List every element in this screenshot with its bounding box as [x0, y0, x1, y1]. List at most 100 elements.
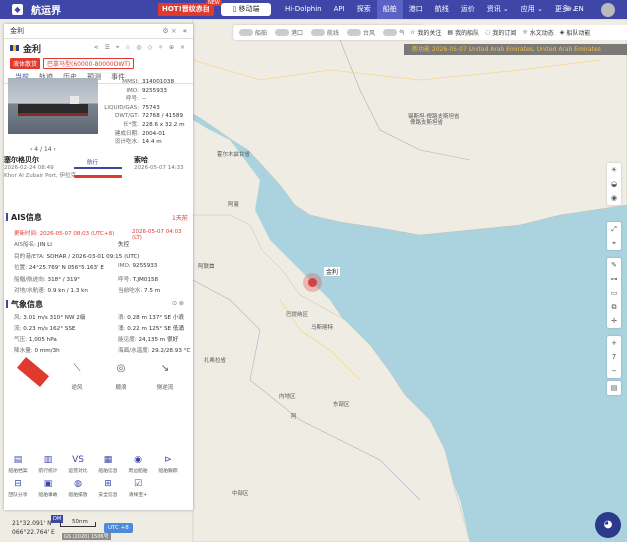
bottom-tool-button[interactable]: ▣ 船舶事故 — [34, 479, 62, 498]
ship-photo[interactable] — [8, 78, 98, 134]
bottom-tool-button[interactable]: ▦ 船舶信息 — [94, 455, 122, 474]
photo-pager[interactable]: ‹ 4 / 14 › — [30, 146, 56, 153]
layer-toggle-label: 台风 — [363, 30, 376, 37]
nav-item[interactable]: 船舶 — [376, 0, 403, 19]
crosshair-icon[interactable]: ✛ — [607, 314, 621, 328]
spec-value: 75743 — [142, 104, 160, 111]
search-bar[interactable]: 金利 ⚙ × « — [4, 24, 193, 39]
radar-icon[interactable]: ◉ — [607, 191, 621, 205]
pen-icon[interactable]: ✎ — [607, 258, 621, 272]
bottom-tool-label: 运营对比 — [68, 469, 88, 474]
legend-icon[interactable]: ▤ — [607, 381, 621, 395]
ship-position-marker[interactable] — [303, 273, 322, 292]
nav-item[interactable]: 运价 — [455, 0, 481, 19]
layers-icon[interactable]: ⧉ — [607, 300, 621, 314]
zoom-in-icon[interactable]: + — [607, 336, 621, 350]
info-value: JIN LI — [37, 242, 52, 248]
nav-item[interactable]: 港口 — [403, 0, 429, 19]
collapse-icon[interactable]: « — [183, 27, 187, 35]
logo[interactable]: ◆ 航运界 — [0, 2, 150, 17]
voyage-progress-line — [74, 167, 122, 169]
utc-badge[interactable]: UTC +8 — [104, 523, 133, 533]
info-row-left: 气压: 1,005 hPa — [14, 335, 57, 343]
bottom-tool-button[interactable]: ☑ 清样宝+ — [124, 479, 152, 498]
top-nav-bar: ◆ 航运界 HOT!晋纹赤目 NEW ▯ 移动端 Hi-Dolphin API 探索… — [0, 0, 627, 19]
nav-item[interactable]: 资讯 ⌄ — [481, 0, 515, 19]
bottom-tool-icon: ◉ — [134, 455, 142, 465]
arrival-port[interactable]: 索哈 2026-05-07 14:33 — [134, 155, 184, 171]
bottom-tool-icon: ◍ — [74, 479, 82, 489]
toggle-switch[interactable] — [311, 29, 326, 36]
info-row-right: 呼号: T.JM0158 — [118, 275, 158, 283]
bottom-tool-label: 船舶信息 — [98, 469, 118, 474]
search-input[interactable]: 金利 — [10, 26, 162, 36]
toolbar-label: 船队动能 — [566, 30, 591, 37]
toolbar-button[interactable]: ☆ 我的关注 — [410, 28, 441, 37]
sunrise-icon[interactable]: ◒ — [607, 177, 621, 191]
weather-expand-icon[interactable]: ⊙ ⊗ — [172, 300, 184, 307]
toolbar-button[interactable]: ◈ 船队动能 — [560, 28, 591, 37]
info-value: 24°25.769' N 056°5.163' E — [28, 265, 104, 271]
language-label: EN — [574, 5, 584, 13]
ship-map-label[interactable]: 金利 — [324, 267, 341, 276]
coord-lon: 066°22.764' E — [12, 529, 55, 536]
arrival-port-name: 索哈 — [134, 156, 148, 164]
departure-port[interactable]: 塞尔格贝尔 2026-02-24 08:49 Khor Al Zubair Po… — [4, 155, 76, 179]
assistant-icon[interactable]: ◕ — [595, 512, 621, 538]
layer-toggle[interactable]: 船舶 — [239, 28, 267, 37]
alert-bar[interactable]: 新功能 2026-05-07 United Arab Emirates, Uni… — [404, 44, 627, 55]
nav-item[interactable]: 探索 — [351, 0, 377, 19]
nav-item[interactable]: Hi-Dolphin — [279, 0, 328, 19]
bottom-tool-button[interactable]: ▤ 船舶档案 — [4, 455, 32, 474]
language-switch[interactable]: ⊕ EN — [566, 0, 584, 19]
nav-item[interactable]: 航线 — [429, 0, 455, 19]
map-place-label: 中部区 — [232, 491, 249, 497]
info-row-right: 能见度: 24,135 m 很好 — [118, 335, 178, 343]
bottom-tool-button[interactable]: ⊟ 团队分享 — [4, 479, 32, 498]
bottom-tool-button[interactable]: ▥ 航行统计 — [34, 455, 62, 474]
area-icon[interactable]: ▭ — [607, 286, 621, 300]
spec-row: DWT/GT: 72768 / 41589 — [100, 112, 186, 121]
bottom-tool-button[interactable]: ⊞ 安全信息 — [94, 479, 122, 498]
ais-update-time: 更新时间: 2026-05-07 08:03 (UTC+8) 2026-05-0… — [14, 229, 186, 241]
map-place-label: 锡斯坦-俾路支斯坦省 — [408, 114, 460, 120]
info-key: 浪: — [118, 315, 126, 321]
location-icon[interactable]: ⌖ — [607, 236, 621, 250]
ais-age: 1天前 — [172, 215, 188, 222]
bottom-tool-button[interactable]: VS 运营对比 — [64, 455, 92, 474]
spec-value: 9255933 — [142, 87, 167, 94]
fullscreen-icon[interactable]: ⤢ — [607, 222, 621, 236]
weather-direction-icons: ⟍ 逆风 ◎ 顺浪 ↘ 侧逆流 — [4, 356, 185, 391]
layer-toggle[interactable]: 航线 — [311, 28, 339, 37]
ruler-icon[interactable]: ⊶ — [607, 272, 621, 286]
bottom-tool-button[interactable]: ⊳ 船舶跟踪 — [154, 455, 182, 474]
layer-toggle[interactable]: 港口 — [275, 28, 303, 37]
toolbar-button[interactable]: ☼ 水文动态 — [522, 28, 553, 37]
info-key: 流: — [14, 326, 22, 332]
nav-item[interactable]: API — [328, 0, 351, 19]
map-place-label: 阿 — [291, 414, 297, 420]
toggle-switch[interactable] — [275, 29, 290, 36]
avatar[interactable] — [601, 3, 615, 17]
map-copyright: GS (2020) 1506号 — [62, 533, 111, 540]
spec-row: LIQUID/GAS: 75743 — [100, 104, 186, 113]
toggle-switch[interactable] — [383, 29, 398, 36]
toggle-switch[interactable] — [347, 29, 362, 36]
spec-key: 设计吃水: — [114, 139, 139, 146]
mobile-button[interactable]: ▯ 移动端 — [221, 3, 271, 16]
toolbar-icon: ▤ — [447, 29, 454, 36]
layer-toggle[interactable]: 台风 — [347, 28, 375, 37]
gear-icon[interactable]: ⚙ × — [162, 27, 176, 35]
bottom-tool-button[interactable]: ◍ 船舶排放 — [64, 479, 92, 498]
zoom-out-icon[interactable]: − — [607, 364, 621, 378]
info-key: 对地/水航速: — [14, 288, 46, 294]
toolbar-button[interactable]: ▤ 我的船队 — [447, 28, 479, 37]
toggle-switch[interactable] — [239, 29, 253, 36]
nav-item[interactable]: 应用 ⌄ — [515, 0, 549, 19]
toolbar-button[interactable]: ◌ 我的订阅 — [485, 28, 516, 37]
header-action-icons[interactable]: ⋖ ☰ ⌖ ☆ ◎ ◇ ✧ ⊕ × — [94, 44, 187, 52]
info-row-left: 船艏/航迹向: 318° / 319° — [14, 275, 80, 283]
sun-icon[interactable]: ☀ — [607, 163, 621, 177]
info-row-right: 涌: 0.22 m 125° SE 低涌 — [118, 324, 184, 332]
bottom-tool-button[interactable]: ◉ 周边船舶 — [124, 455, 152, 474]
